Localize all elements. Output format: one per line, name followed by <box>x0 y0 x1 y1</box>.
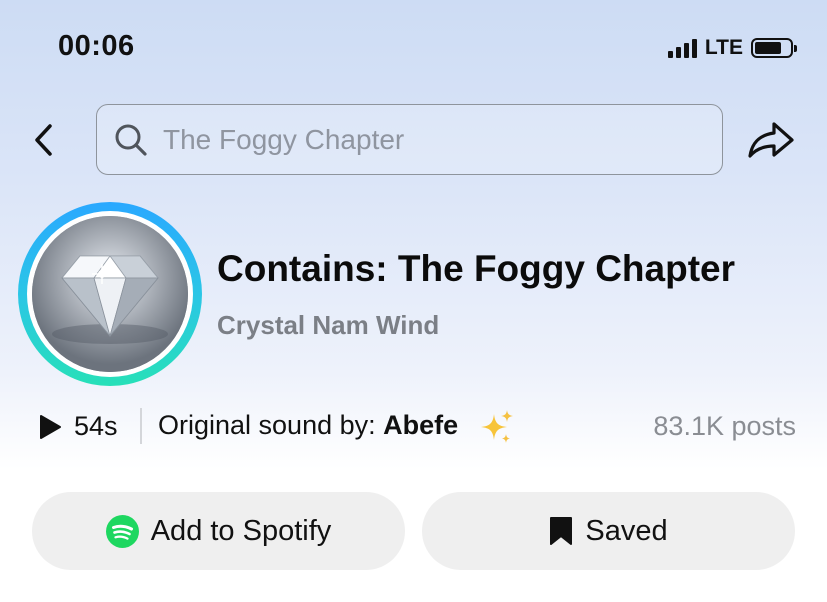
original-prefix: Original sound by: <box>158 410 384 440</box>
saved-button[interactable]: Saved <box>422 492 795 570</box>
original-sound-label[interactable]: Original sound by: Abefe <box>158 410 458 441</box>
network-label: LTE <box>704 36 743 59</box>
back-button[interactable] <box>28 118 62 162</box>
signal-icon <box>667 38 697 58</box>
duration-label: 54s <box>74 411 118 441</box>
search-icon <box>115 124 147 156</box>
original-user[interactable]: Abefe <box>383 410 458 440</box>
search-box[interactable] <box>96 104 723 175</box>
search-input[interactable] <box>161 122 685 157</box>
sparkles-icon <box>481 410 513 443</box>
battery-icon <box>751 38 797 58</box>
diamond-image <box>32 216 188 372</box>
play-icon[interactable] <box>38 414 62 440</box>
sound-artist[interactable]: Crystal Nam Wind <box>217 310 439 341</box>
sound-title: Contains: The Foggy Chapter <box>217 248 735 289</box>
sound-meta-row: 54s Original sound by: Abefe 83.1K posts <box>36 404 796 448</box>
bookmark-icon <box>550 517 573 545</box>
divider <box>140 408 142 444</box>
add-to-spotify-button[interactable]: Add to Spotify <box>32 492 405 570</box>
spotify-icon <box>105 514 139 548</box>
back-icon <box>35 124 52 156</box>
share-button[interactable] <box>746 118 796 162</box>
status-indicators: LTE <box>667 36 797 60</box>
add-to-spotify-label: Add to Spotify <box>150 514 332 547</box>
saved-label: Saved <box>585 514 668 547</box>
share-icon <box>748 122 794 158</box>
posts-count: 83.1K posts <box>653 411 796 441</box>
sound-avatar[interactable] <box>18 202 202 386</box>
status-time: 00:06 <box>58 30 135 62</box>
